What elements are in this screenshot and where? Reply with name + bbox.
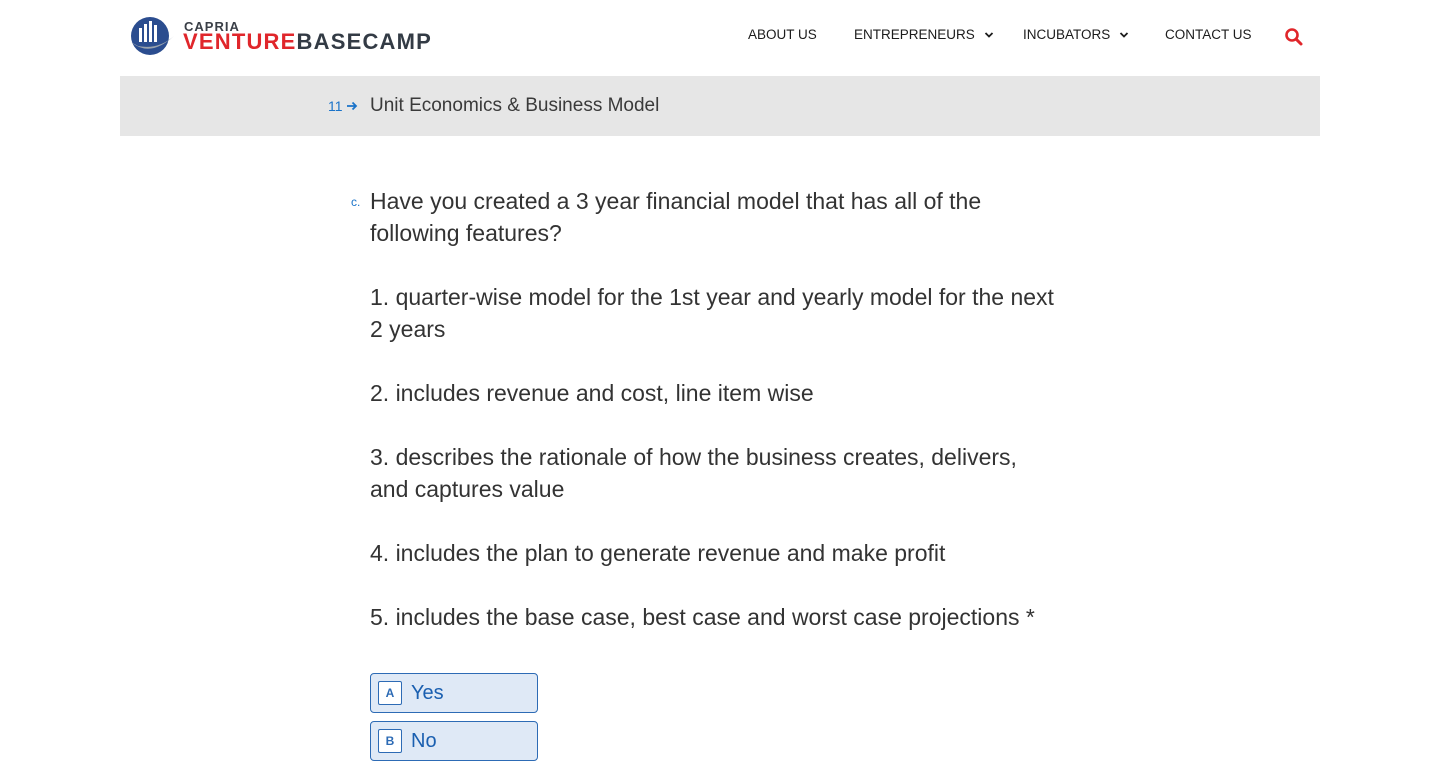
- nav-incubators-label: INCUBATORS: [1023, 27, 1111, 42]
- nav-entrepreneurs-label: ENTREPRENEURS: [854, 27, 975, 42]
- question-intro: Have you created a 3 year financial mode…: [370, 188, 982, 246]
- question-feature-5: 5. includes the base case, best case and…: [370, 601, 1060, 633]
- question-feature-5-text: 5. includes the base case, best case and…: [370, 604, 1020, 630]
- nav-contact-us[interactable]: CONTACT US: [1165, 27, 1252, 42]
- nav-contact-us-label: CONTACT US: [1165, 27, 1252, 42]
- question-feature-4: 4. includes the plan to generate revenue…: [370, 540, 946, 566]
- question-feature-2: 2. includes revenue and cost, line item …: [370, 380, 814, 406]
- option-key-b: B: [378, 729, 402, 753]
- section-number: 11: [328, 98, 358, 114]
- question-feature-1: 1. quarter-wise model for the 1st year a…: [370, 284, 1054, 342]
- option-yes[interactable]: A Yes: [370, 673, 538, 713]
- section-title: Unit Economics & Business Model: [370, 95, 660, 116]
- required-marker: *: [1025, 604, 1035, 630]
- option-label-no: No: [411, 729, 437, 752]
- nav-about-us[interactable]: ABOUT US: [748, 27, 817, 42]
- option-label-yes: Yes: [411, 681, 444, 704]
- chevron-down-icon: [1120, 31, 1129, 38]
- nav-incubators[interactable]: INCUBATORS: [1023, 27, 1129, 42]
- section-number-text: 11: [328, 98, 343, 114]
- section-header-bar: 11 Unit Economics & Business Model: [120, 76, 1320, 136]
- search-icon[interactable]: [1284, 27, 1304, 47]
- nav-entrepreneurs[interactable]: ENTREPRENEURS: [854, 27, 994, 42]
- site-header: CAPRIA VENTUREBASECAMP ABOUT US ENTREPRE…: [0, 0, 1440, 76]
- nav-about-us-label: ABOUT US: [748, 27, 817, 42]
- chevron-down-icon: [984, 31, 993, 38]
- option-no[interactable]: B No: [370, 721, 538, 761]
- main-nav: ABOUT US ENTREPRENEURS INCUBATORS CONTAC…: [0, 27, 1440, 49]
- question-text: Have you created a 3 year financial mode…: [370, 185, 1060, 633]
- question-letter: c.: [351, 195, 361, 209]
- option-key-a: A: [378, 681, 402, 705]
- question-feature-3: 3. describes the rationale of how the bu…: [370, 444, 1017, 502]
- arrow-right-icon: [346, 101, 357, 111]
